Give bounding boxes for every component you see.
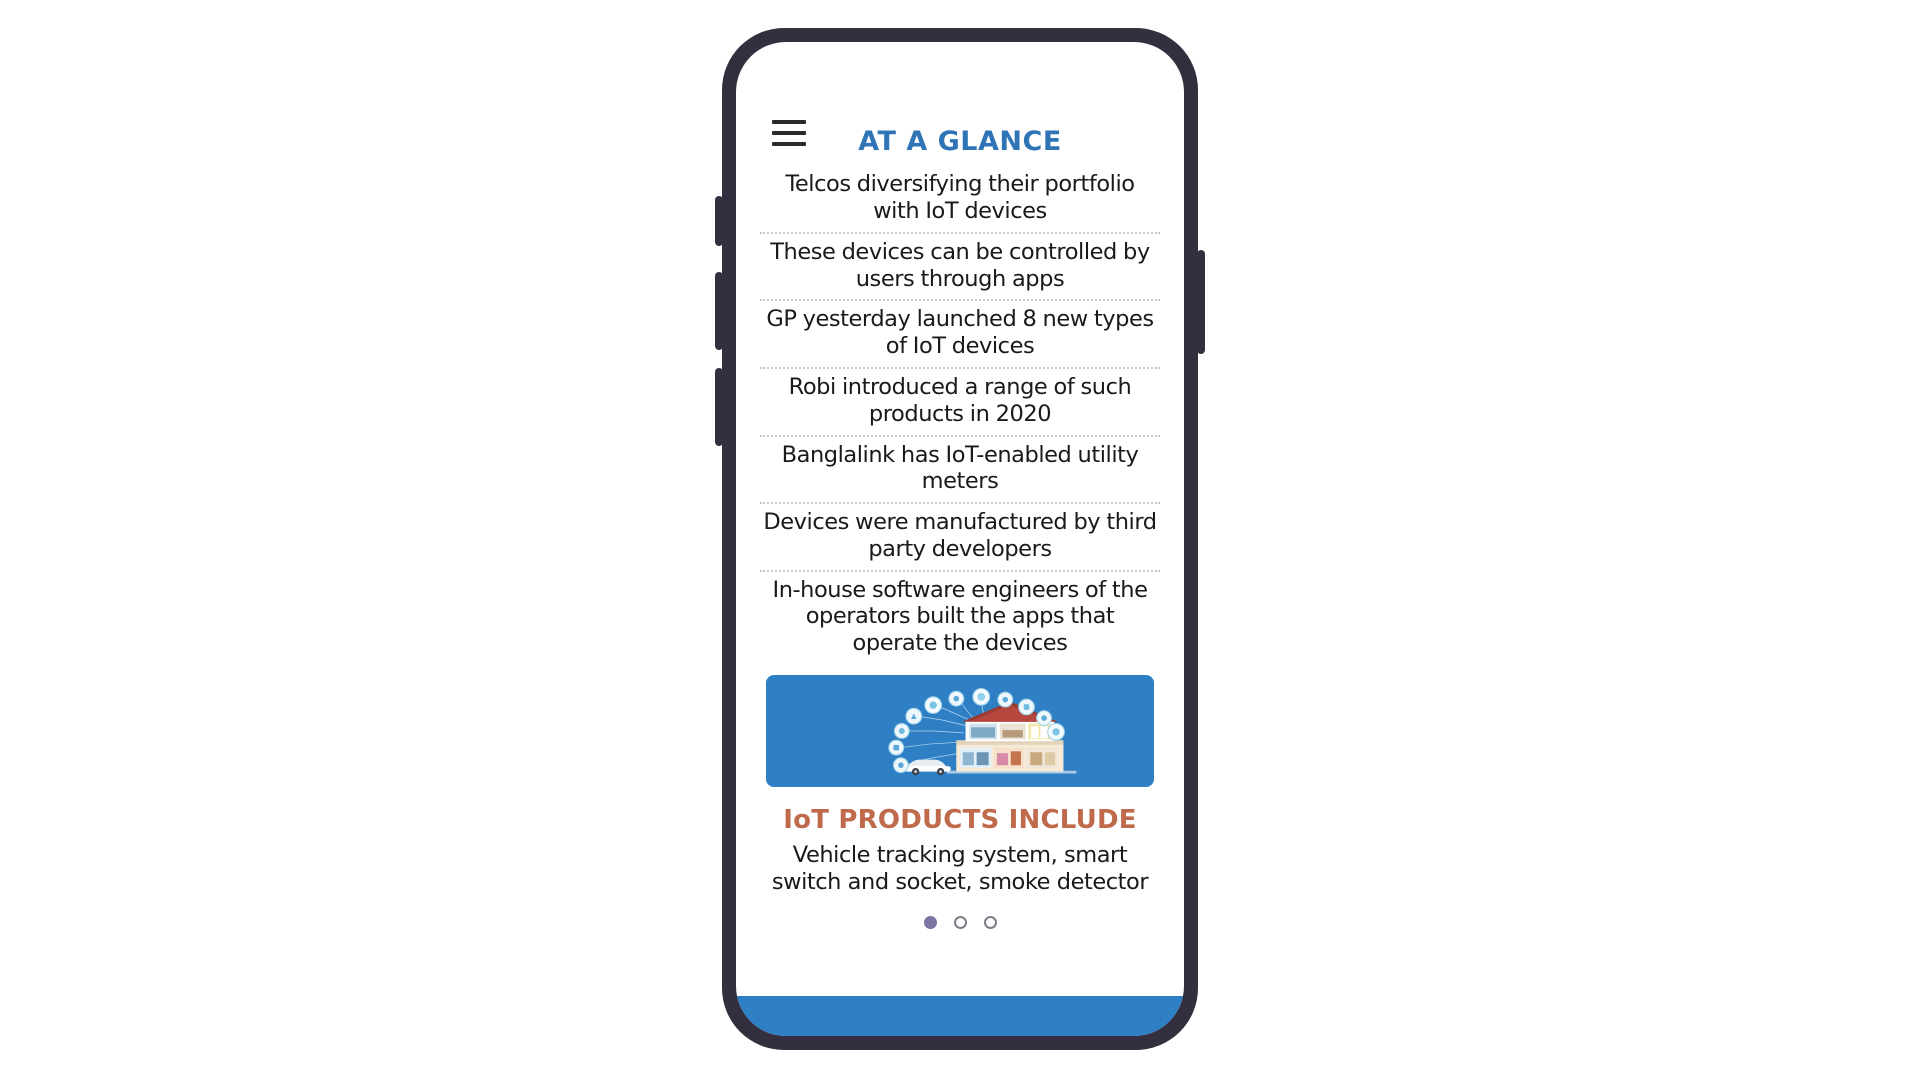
hamburger-bar-2 <box>772 131 806 135</box>
fact-item: These devices can be controlled by users… <box>760 234 1160 302</box>
smart-home-iot-illustration <box>766 674 1154 787</box>
fact-item: Robi introduced a range of such products… <box>760 369 1160 437</box>
screen-content: AT A GLANCE Telcos diversifying their po… <box>736 42 1184 996</box>
pagination-dot-3[interactable] <box>983 916 997 930</box>
infographic-canvas: AT A GLANCE Telcos diversifying their po… <box>0 0 1920 1080</box>
pagination-dot-1[interactable] <box>923 916 937 930</box>
phone-power-button[interactable] <box>1197 250 1205 354</box>
phone-screen: AT A GLANCE Telcos diversifying their po… <box>736 42 1184 1036</box>
pagination-dots <box>760 916 1160 930</box>
fact-item: GP yesterday launched 8 new types of IoT… <box>760 301 1160 369</box>
phone-device-mockup: AT A GLANCE Telcos diversifying their po… <box>715 28 1205 1050</box>
footer-bar <box>736 996 1184 1036</box>
smart-home-graphic <box>888 687 1077 776</box>
phone-volume-down-button[interactable] <box>715 368 723 446</box>
fact-item: Banglalink has IoT-enabled utility meter… <box>760 437 1160 505</box>
hamburger-bar-3 <box>772 142 806 146</box>
car-graphic <box>904 759 951 776</box>
products-body-text: Vehicle tracking system, smart switch an… <box>771 842 1149 896</box>
pagination-dot-2[interactable] <box>953 916 967 930</box>
products-heading: IoT PRODUCTS INCLUDE <box>783 804 1137 835</box>
hamburger-menu-icon[interactable] <box>772 120 806 146</box>
fact-item: Telcos diversifying their portfolio with… <box>760 166 1160 234</box>
hamburger-bar-1 <box>772 120 806 124</box>
facts-list: Telcos diversifying their portfolio with… <box>760 166 1160 663</box>
phone-volume-up-button[interactable] <box>715 272 723 350</box>
fact-item: Devices were manufactured by third party… <box>760 504 1160 572</box>
phone-silent-switch[interactable] <box>715 196 723 246</box>
page-title: AT A GLANCE <box>858 126 1062 157</box>
fact-item: In-house software engineers of the opera… <box>772 576 1148 657</box>
